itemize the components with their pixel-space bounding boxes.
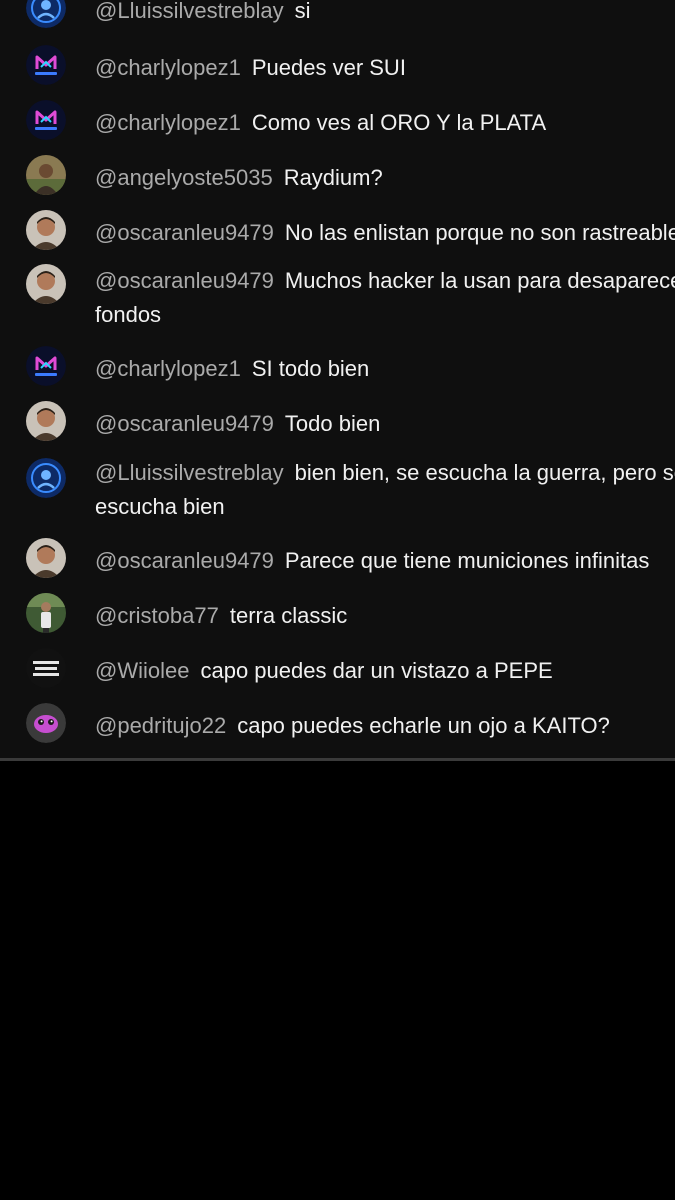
- chat-message[interactable]: @Lluissilvestreblay bien bien, se escucha…: [0, 456, 675, 526]
- chat-message[interactable]: @charlylopez1 SI todo bien: [0, 346, 675, 392]
- chat-message-text: capo puedes dar un vistazo a PEPE: [200, 658, 553, 683]
- pink-creature-avatar[interactable]: [26, 703, 66, 743]
- meta-logo-avatar[interactable]: [26, 100, 66, 140]
- photo-avatar[interactable]: [26, 210, 66, 250]
- chat-author[interactable]: @Wiiolee: [95, 658, 189, 683]
- chat-author[interactable]: @Lluissilvestreblay: [95, 0, 284, 23]
- chat-message-text: capo puedes echarle un ojo a KAITO?: [237, 713, 610, 738]
- live-chat-panel: @Lluissilvestreblay si @charlylopez1 Puede…: [0, 0, 675, 758]
- empty-bottom-area: [0, 761, 675, 1200]
- chat-message[interactable]: @oscaranleu9479 Parece que tiene municion…: [0, 538, 675, 584]
- chat-message-text: Todo bien: [284, 411, 381, 436]
- chat-message-text: Raydium?: [283, 165, 383, 190]
- chat-message[interactable]: @cristoba77 terra classic: [0, 593, 675, 639]
- chat-author[interactable]: @Lluissilvestreblay: [95, 460, 284, 485]
- chat-message-text: si: [294, 0, 311, 23]
- chat-message-text: No las enlistan porque no son rastreable…: [284, 220, 675, 245]
- chat-message-text: Parece que tiene municiones infinitas: [284, 548, 650, 573]
- chat-author[interactable]: @cristoba77: [95, 603, 219, 628]
- photo-avatar[interactable]: [26, 264, 66, 304]
- chat-message[interactable]: @pedritujo22 capo puedes echarle un ojo a…: [0, 703, 675, 749]
- chat-message[interactable]: @Lluissilvestreblay si: [0, 0, 675, 34]
- chat-message-text: SI todo bien: [251, 356, 370, 381]
- chat-author[interactable]: @charlylopez1: [95, 356, 241, 381]
- chat-message[interactable]: @oscaranleu9479 No las enlistan porque no…: [0, 210, 675, 256]
- chat-author[interactable]: @charlylopez1: [95, 110, 241, 135]
- photo-avatar[interactable]: [26, 401, 66, 441]
- photo-avatar[interactable]: [26, 538, 66, 578]
- chat-author[interactable]: @angelyoste5035: [95, 165, 273, 190]
- blue-orb-avatar[interactable]: [26, 458, 66, 498]
- meta-logo-avatar[interactable]: [26, 346, 66, 386]
- chat-author[interactable]: @pedritujo22: [95, 713, 226, 738]
- blue-orb-avatar[interactable]: [26, 0, 66, 28]
- chat-message-text: Como ves al ORO Y la PLATA: [251, 110, 547, 135]
- text-logo-avatar[interactable]: [26, 648, 66, 688]
- chat-author[interactable]: @charlylopez1: [95, 55, 241, 80]
- meta-logo-avatar[interactable]: [26, 45, 66, 85]
- chat-message[interactable]: @angelyoste5035 Raydium?: [0, 155, 675, 201]
- chat-author[interactable]: @oscaranleu9479: [95, 548, 274, 573]
- chat-author[interactable]: @oscaranleu9479: [95, 268, 274, 293]
- chat-author[interactable]: @oscaranleu9479: [95, 220, 274, 245]
- chat-message[interactable]: @oscaranleu9479 Todo bien: [0, 401, 675, 447]
- chat-message[interactable]: @Wiiolee capo puedes dar un vistazo a PEP…: [0, 648, 675, 694]
- chat-author[interactable]: @oscaranleu9479: [95, 411, 274, 436]
- chat-message[interactable]: @charlylopez1 Como ves al ORO Y la PLATA: [0, 100, 675, 146]
- photo-avatar[interactable]: [26, 155, 66, 195]
- photo-avatar[interactable]: [26, 593, 66, 633]
- chat-message-text: terra classic: [229, 603, 348, 628]
- chat-message-text: Puedes ver SUI: [251, 55, 406, 80]
- chat-message[interactable]: @oscaranleu9479 Muchos hacker la usan par…: [0, 264, 675, 334]
- chat-message[interactable]: @charlylopez1 Puedes ver SUI: [0, 45, 675, 91]
